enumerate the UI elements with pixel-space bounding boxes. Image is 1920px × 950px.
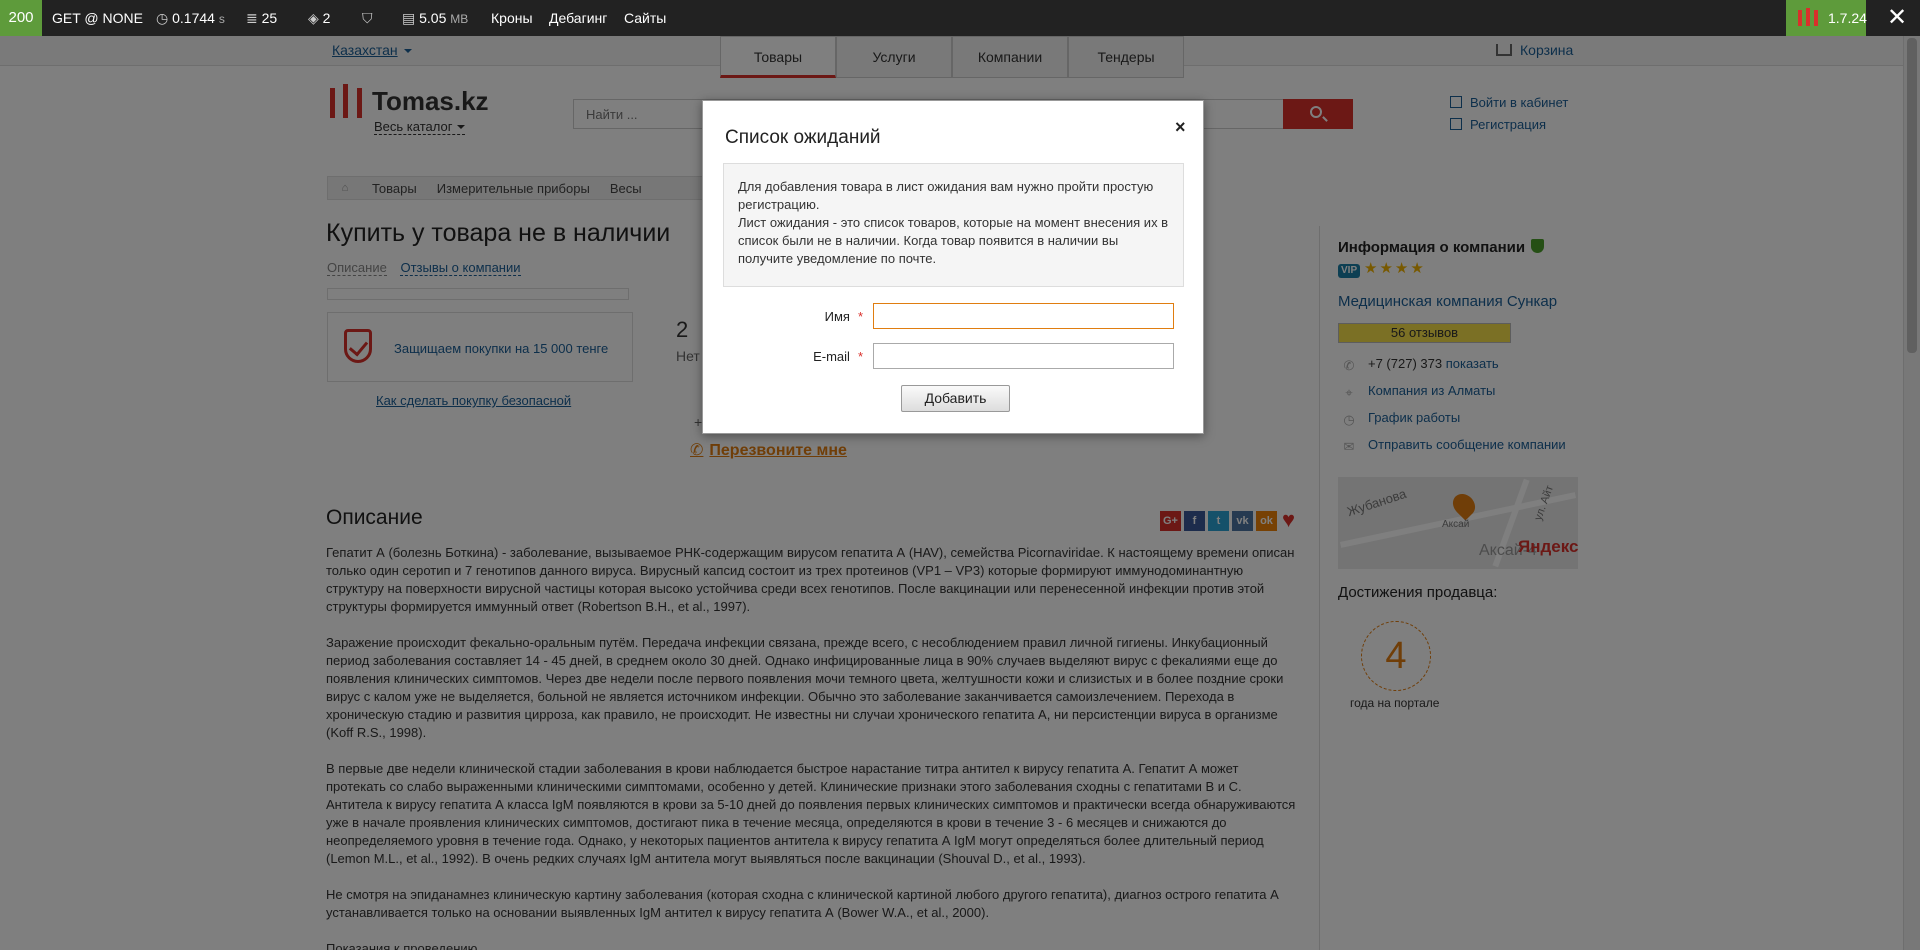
cache-item[interactable]: ◈ 2 (308, 0, 330, 36)
close-debug-button[interactable]: ✕ (1874, 0, 1920, 36)
cache-value: 2 (322, 10, 331, 26)
memory-item[interactable]: ▤ 5.05 MB (402, 0, 468, 36)
modal-close-button[interactable]: × (1175, 117, 1186, 138)
debug-toolbar: 200 GET @ NONE ◷ 0.1744 s ≣ 25 ◈ 2 ⛉ ▤ 5… (0, 0, 1920, 36)
waitlist-modal: Список ожиданий × Для добавления товара … (702, 100, 1204, 434)
timer-value: 0.1744 (172, 10, 215, 26)
close-icon: ✕ (1886, 4, 1908, 31)
memory-icon: ▤ (402, 10, 416, 26)
database-icon: ≣ (246, 10, 258, 26)
memory-unit: MB (450, 12, 469, 26)
request-method[interactable]: GET @ NONE (52, 0, 143, 36)
name-input[interactable] (873, 303, 1174, 329)
status-code[interactable]: 200 (0, 0, 42, 36)
timer-item[interactable]: ◷ 0.1744 s (156, 0, 225, 36)
security-item[interactable]: ⛉ (362, 0, 373, 36)
name-label: Имя * (743, 309, 863, 324)
email-input[interactable] (873, 343, 1174, 369)
modal-info-box: Для добавления товара в лист ожидания ва… (723, 163, 1184, 287)
crons-link[interactable]: Кроны (491, 0, 533, 36)
shield-icon: ⛉ (362, 10, 373, 26)
required-mark: * (857, 309, 863, 324)
modal-title: Список ожиданий (725, 127, 881, 148)
version-badge[interactable]: 1.7.24 (1786, 0, 1867, 36)
name-label-text: Имя (824, 309, 850, 324)
timer-unit: s (218, 12, 225, 26)
timer-icon: ◷ (156, 10, 169, 26)
queries-value: 25 (261, 10, 278, 26)
version-value: 1.7.24 (1828, 10, 1867, 26)
add-button[interactable]: Добавить (901, 385, 1010, 412)
required-mark: * (857, 349, 863, 364)
email-label: E-mail * (743, 349, 863, 364)
queries-item[interactable]: ≣ 25 (246, 0, 277, 36)
info-text: Для добавления товара в лист ожидания ва… (738, 179, 1154, 212)
sites-link[interactable]: Сайты (624, 0, 666, 36)
debugging-link[interactable]: Дебагинг (549, 0, 607, 36)
memory-value: 5.05 (419, 10, 447, 26)
cache-icon: ◈ (308, 10, 319, 26)
tomas-logo-icon (1798, 8, 1818, 26)
info-text: Лист ожидания - это список товаров, кото… (738, 215, 1169, 266)
email-label-text: E-mail (813, 349, 850, 364)
